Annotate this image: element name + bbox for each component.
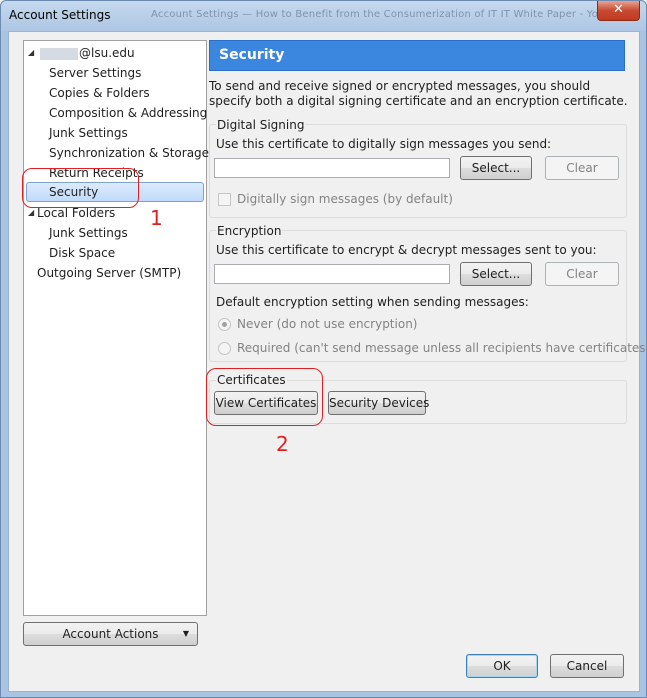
redacted-username <box>40 47 78 60</box>
account-settings-window: Account Settings Account Settings — How … <box>0 0 647 698</box>
sidebar-item-synchronization[interactable]: Synchronization & Storage <box>49 143 209 163</box>
digital-signing-label: Digital Signing <box>216 118 306 132</box>
encryption-clear-button[interactable]: Clear <box>545 262 619 286</box>
sidebar-item-junk-settings[interactable]: Junk Settings <box>49 123 128 143</box>
encryption-prompt: Use this certificate to encrypt & decryp… <box>216 243 597 257</box>
encryption-select-button[interactable]: Select... <box>460 262 532 286</box>
annotation-number-1: 1 <box>150 206 163 230</box>
window-title: Account Settings <box>9 8 111 22</box>
signing-prompt: Use this certificate to digitally sign m… <box>216 137 552 151</box>
encryption-label: Encryption <box>216 224 283 238</box>
signing-select-button[interactable]: Select... <box>460 156 532 180</box>
sidebar-item-copies-folders[interactable]: Copies & Folders <box>49 83 150 103</box>
never-encrypt-radio[interactable] <box>218 318 231 331</box>
collapse-arrow-icon[interactable]: ◢ <box>28 43 34 63</box>
sidebar-item-local-junk[interactable]: Junk Settings <box>49 223 128 243</box>
sidebar-item-disk-space[interactable]: Disk Space <box>49 243 115 263</box>
sidebar-item-outgoing-server[interactable]: Outgoing Server (SMTP) <box>37 263 181 283</box>
required-encrypt-radio[interactable] <box>218 342 231 355</box>
security-intro: To send and receive signed or encrypted … <box>209 79 628 108</box>
close-icon: ✕ <box>613 2 624 17</box>
sidebar-item-composition[interactable]: Composition & Addressing <box>49 103 207 123</box>
never-encrypt-label: Never (do not use encryption) <box>237 317 418 331</box>
annotation-circle-security <box>22 168 139 208</box>
ok-button[interactable]: OK <box>466 654 538 678</box>
background-tab-text: Account Settings — How to Benefit from t… <box>151 9 599 20</box>
dialog-body: ◢ @lsu.edu Server Settings Copies & Fold… <box>8 31 647 692</box>
account-tree[interactable]: ◢ @lsu.edu Server Settings Copies & Fold… <box>23 40 209 616</box>
default-encryption-label: Default encryption setting when sending … <box>216 295 529 309</box>
annotation-circle-view-certificates <box>206 368 323 426</box>
signing-clear-button[interactable]: Clear <box>545 156 619 180</box>
close-button[interactable]: ✕ <box>597 1 640 21</box>
digital-signing-group: Digital Signing Use this certificate to … <box>209 118 627 218</box>
encryption-group: Encryption Use this certificate to encry… <box>209 224 647 362</box>
encryption-certificate-field[interactable] <box>214 264 450 284</box>
page-title: Security <box>209 40 625 71</box>
title-bar[interactable]: Account Settings Account Settings — How … <box>1 1 646 31</box>
security-devices-button[interactable]: Security Devices <box>328 391 429 415</box>
digitally-sign-label: Digitally sign messages (by default) <box>237 192 453 206</box>
chevron-down-icon: ▼ <box>182 629 189 638</box>
sidebar-item-server-settings[interactable]: Server Settings <box>49 63 141 83</box>
signing-certificate-field[interactable] <box>214 158 450 178</box>
digitally-sign-checkbox[interactable] <box>218 193 231 206</box>
annotation-number-2: 2 <box>276 432 289 456</box>
account-actions-button[interactable]: Account Actions ▼ <box>23 622 198 646</box>
account-email: @lsu.edu <box>79 46 135 60</box>
required-encrypt-label: Required (can't send message unless all … <box>237 341 647 355</box>
cancel-button[interactable]: Cancel <box>550 654 624 678</box>
